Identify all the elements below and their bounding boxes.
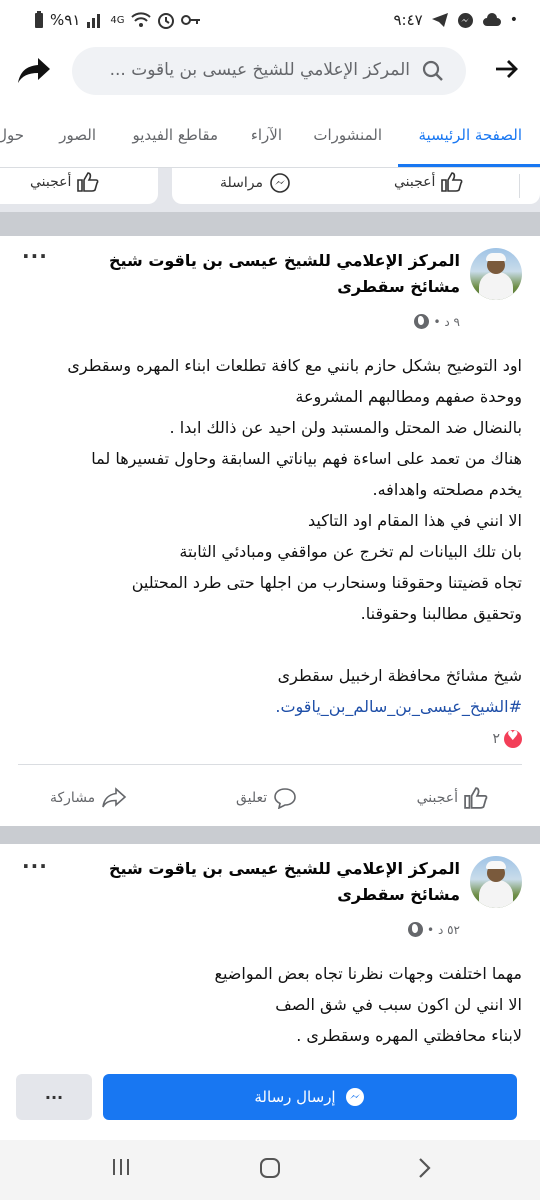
page-actions-card: مراسلة أعجبني bbox=[172, 168, 540, 204]
share-icon bbox=[102, 787, 127, 808]
reactions-summary[interactable]: ٢ bbox=[492, 729, 522, 748]
tab-reviews[interactable]: الآراء bbox=[251, 126, 282, 144]
like-button-related[interactable]: أعجبني bbox=[30, 172, 99, 192]
tab-about[interactable]: حول bbox=[0, 126, 24, 144]
feed-separator bbox=[0, 212, 540, 236]
post-line: بان تلك البيانات لم تخرج عن مواقفي ومباد… bbox=[179, 542, 522, 561]
status-bar: ٩:٤٧ • %٩١ 4G bbox=[0, 0, 540, 40]
recent-apps-icon[interactable] bbox=[110, 1156, 132, 1178]
post-line bbox=[10, 629, 522, 660]
comment-icon bbox=[274, 788, 296, 809]
post-line: بالنضال ضد المحتل والمستبد ولن احيد عن ذ… bbox=[169, 418, 522, 437]
more-options-button[interactable]: ··· bbox=[22, 244, 48, 268]
post-line: ووحدة صفهم ومطالبهم المشروعة bbox=[295, 387, 522, 406]
post-line: شيخ مشائخ محافظة ارخبيل سقطرى bbox=[277, 666, 522, 685]
post-author[interactable]: المركز الإعلامي للشيخ عيسى بن ياقوت شيخ … bbox=[100, 248, 460, 300]
tab-videos[interactable]: مقاطع الفيديو bbox=[132, 126, 218, 144]
battery-icon bbox=[35, 11, 43, 28]
search-bar[interactable]: المركز الإعلامي للشيخ عيسى بن ياقوت ... bbox=[72, 47, 466, 95]
post-line: مهما اختلفت وجهات نظرنا تجاه بعض المواضي… bbox=[214, 964, 522, 983]
post-card: المركز الإعلامي للشيخ عيسى بن ياقوت شيخ … bbox=[0, 844, 540, 1062]
messenger-icon bbox=[270, 173, 290, 193]
post-actions: أعجبني تعليق مشاركة bbox=[0, 781, 540, 821]
like-page-button-top[interactable]: أعجبني bbox=[394, 172, 463, 192]
search-header: المركز الإعلامي للشيخ عيسى بن ياقوت ... bbox=[0, 40, 540, 102]
system-nav-bar bbox=[0, 1140, 540, 1200]
post-card: المركز الإعلامي للشيخ عيسى بن ياقوت شيخ … bbox=[0, 236, 540, 826]
divider bbox=[519, 174, 520, 198]
post-line: الا انني في هذا المقام اود التاكيد bbox=[307, 511, 522, 530]
post-line: الا انني لن اكون سبب في شق الصف bbox=[275, 995, 522, 1014]
messenger-icon bbox=[457, 12, 473, 28]
message-button-top[interactable]: مراسلة bbox=[220, 172, 291, 194]
tab-posts[interactable]: المنشورات bbox=[313, 126, 382, 144]
globe-icon bbox=[408, 922, 424, 937]
post-author[interactable]: المركز الإعلامي للشيخ عيسى بن ياقوت شيخ … bbox=[100, 856, 460, 908]
send-message-button[interactable]: إرسال رسالة bbox=[103, 1074, 517, 1120]
like-button[interactable]: أعجبني bbox=[417, 787, 488, 809]
page-cta-bar: ... إرسال رسالة bbox=[0, 1062, 540, 1140]
comment-button[interactable]: تعليق bbox=[236, 787, 297, 809]
telegram-icon bbox=[431, 13, 448, 27]
cloud-icon bbox=[482, 13, 501, 26]
key-icon bbox=[180, 15, 200, 25]
post-body: مهما اختلفت وجهات نظرنا تجاه بعض المواضي… bbox=[10, 958, 522, 1051]
post-line: لابناء محافظتي المهره وسقطرى . bbox=[296, 1026, 522, 1045]
post-line: هناك من تعمد على اساءة فهم بياناتي الساب… bbox=[91, 449, 522, 468]
back-arrow-icon[interactable] bbox=[494, 56, 520, 82]
hashtag-link[interactable]: #الشيخ_عيسى_بن_سالم_بن_ياقوت. bbox=[10, 691, 522, 722]
alarm-icon bbox=[157, 13, 174, 29]
post-line: وتحقيق مطالبنا وحقوقنا. bbox=[360, 604, 522, 623]
avatar[interactable] bbox=[470, 248, 522, 300]
dot-indicator-icon: • bbox=[509, 12, 518, 28]
post-time: ٥٢ د • bbox=[427, 922, 460, 937]
messenger-icon bbox=[345, 1088, 364, 1106]
signal-icon bbox=[87, 14, 101, 28]
back-icon[interactable] bbox=[414, 1156, 434, 1180]
tab-home[interactable]: الصفحة الرئيسية bbox=[419, 126, 523, 144]
post-body: اود التوضيح بشكل حازم بانني مع كافة تطلع… bbox=[10, 350, 522, 722]
share-arrow-icon[interactable] bbox=[16, 52, 52, 88]
share-button[interactable]: مشاركة bbox=[50, 787, 127, 809]
post-meta: ٥٢ د • bbox=[408, 922, 460, 937]
active-tab-indicator bbox=[398, 164, 540, 167]
home-icon[interactable] bbox=[258, 1156, 282, 1180]
search-icon bbox=[422, 60, 443, 81]
thumbs-up-icon bbox=[77, 172, 99, 192]
page-tabs: الصفحة الرئيسية المنشورات الآراء مقاطع ا… bbox=[0, 108, 540, 168]
feed-separator bbox=[0, 826, 540, 844]
divider bbox=[18, 764, 522, 765]
wifi-icon bbox=[130, 12, 151, 27]
related-pages-strip: أعجبني مراسلة أعجبني bbox=[0, 168, 540, 212]
thumbs-up-icon bbox=[464, 787, 488, 809]
network-type: 4G bbox=[110, 14, 125, 26]
post-meta: ٩ د • bbox=[414, 314, 460, 329]
more-button[interactable]: ... bbox=[16, 1074, 92, 1120]
post-time: ٩ د • bbox=[433, 314, 460, 329]
globe-icon bbox=[414, 314, 430, 329]
thumbs-up-icon bbox=[441, 172, 463, 192]
reaction-count: ٢ bbox=[492, 731, 500, 747]
clock: ٩:٤٧ bbox=[393, 11, 423, 29]
battery-level: %٩١ bbox=[50, 11, 81, 29]
post-line: يخدم مصلحته واهدافه. bbox=[372, 480, 523, 499]
post-line: تجاه قضيتنا وحقوقنا وسنحارب من اجلها حتى… bbox=[131, 573, 522, 592]
related-page-card: أعجبني bbox=[0, 168, 158, 204]
post-line: اود التوضيح بشكل حازم بانني مع كافة تطلع… bbox=[67, 356, 522, 375]
more-options-button[interactable]: ··· bbox=[22, 854, 48, 878]
tab-photos[interactable]: الصور bbox=[59, 126, 96, 144]
avatar[interactable] bbox=[470, 856, 522, 908]
search-query: المركز الإعلامي للشيخ عيسى بن ياقوت ... bbox=[109, 60, 410, 80]
heart-reaction-icon bbox=[504, 729, 522, 748]
